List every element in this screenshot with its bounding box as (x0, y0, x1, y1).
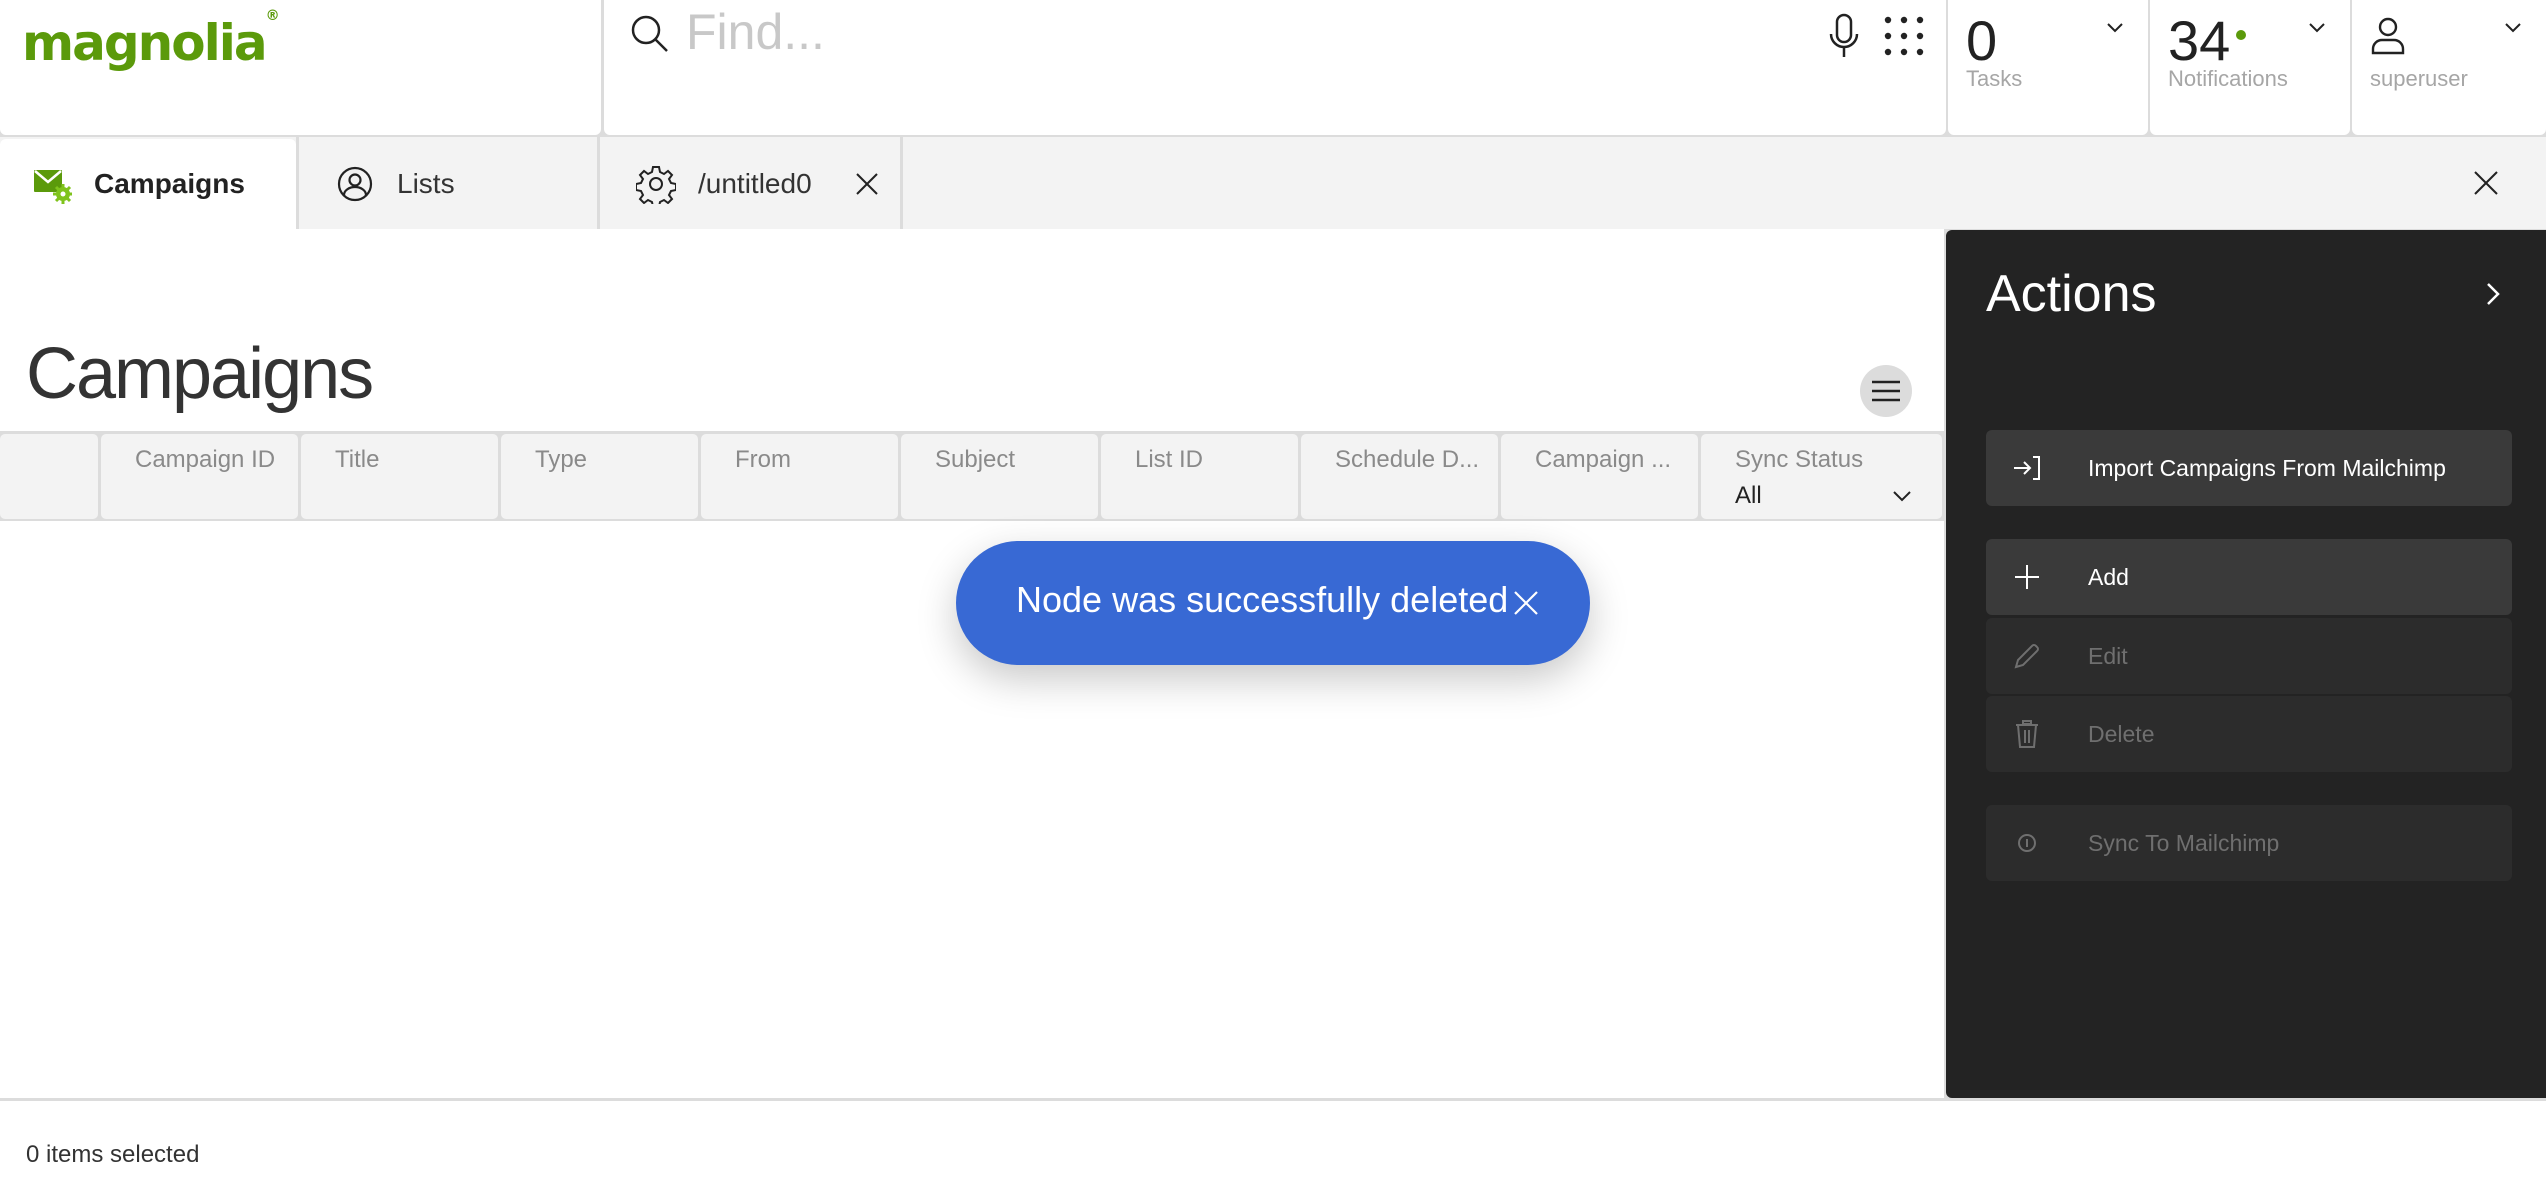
tab-label: Campaigns (94, 168, 245, 199)
tab-bar: Campaigns Lists /untitled0 (0, 137, 2546, 229)
plus-icon (2015, 565, 2039, 589)
main-content: Campaigns Campaign ID Title Type From Su… (0, 229, 1944, 1098)
toast-message: Node was successfully deleted (1016, 579, 1509, 620)
action-label: Edit (2088, 642, 2128, 669)
top-header: magnolia® 0 Tasks 34 (0, 0, 2546, 137)
action-delete[interactable]: Delete (1986, 696, 2512, 772)
hamburger-menu-icon (1872, 380, 1900, 402)
tasks-label: Tasks (1966, 66, 2023, 91)
success-toast: Node was successfully deleted (956, 541, 1590, 665)
import-icon (2014, 456, 2040, 480)
status-footer: 0 items selected (0, 1101, 2546, 1201)
chevron-down-icon (2309, 23, 2325, 33)
pencil-icon (2014, 644, 2039, 669)
chevron-down-icon (2107, 23, 2123, 33)
action-label: Delete (2088, 720, 2155, 747)
column-header-from[interactable]: From (701, 434, 898, 519)
notifications-label: Notifications (2168, 66, 2288, 91)
column-label: Campaign ID (135, 446, 276, 473)
column-header-campaign-status[interactable]: Campaign ... (1501, 434, 1698, 519)
column-label: Sync Status (1735, 446, 1864, 473)
view-options-button[interactable] (1860, 365, 1912, 417)
column-label: Type (535, 446, 588, 473)
unread-dot (2236, 30, 2246, 40)
tab-divider (900, 137, 903, 229)
action-label: Sync To Mailchimp (2088, 829, 2280, 856)
action-import-campaigns[interactable]: Import Campaigns From Mailchimp (1986, 430, 2512, 506)
column-label: Title (335, 446, 380, 473)
user-menu[interactable]: superuser (2352, 0, 2546, 135)
close-tab-icon[interactable] (854, 171, 880, 197)
column-label: Campaign ... (1535, 446, 1672, 473)
column-header-list-id[interactable]: List ID (1101, 434, 1298, 519)
action-label: Import Campaigns From Mailchimp (2088, 454, 2446, 481)
selection-count: 0 items selected (26, 1141, 200, 1168)
tab-campaigns[interactable]: Campaigns (0, 139, 296, 229)
chevron-right-icon[interactable] (2482, 280, 2504, 308)
notifications-count: 34 (2168, 9, 2231, 72)
logo-text: magnolia (22, 14, 268, 72)
close-toast-icon[interactable] (1512, 589, 1540, 617)
tab-label: Lists (397, 168, 455, 199)
column-header-title[interactable]: Title (301, 434, 498, 519)
tab-lists[interactable]: Lists (299, 139, 597, 229)
tab-label: /untitled0 (698, 168, 812, 199)
action-add[interactable]: Add (1986, 539, 2512, 615)
user-icon (2371, 17, 2405, 55)
column-label: Schedule D... (1335, 446, 1480, 473)
magnolia-logo[interactable]: magnolia® (22, 8, 280, 72)
app-root: magnolia® 0 Tasks 34 (0, 0, 2546, 1201)
close-app-icon[interactable] (2472, 169, 2500, 197)
column-label: List ID (1135, 446, 1204, 473)
notifications-indicator[interactable]: 34 Notifications (2150, 0, 2350, 135)
column-header-campaign-id[interactable]: Campaign ID (101, 434, 298, 519)
grid-header: Campaign ID Title Type From Subject List… (0, 431, 1944, 521)
actions-title: Actions (1986, 265, 2157, 323)
search-area (604, 0, 1946, 135)
tab-untitled0[interactable]: /untitled0 (600, 139, 900, 229)
registered-mark: ® (265, 8, 280, 25)
column-header-schedule-date[interactable]: Schedule D... (1301, 434, 1498, 519)
select-all-column[interactable] (0, 434, 98, 519)
chevron-down-icon (2505, 23, 2521, 33)
user-circle-icon (337, 166, 373, 202)
column-header-sync-status[interactable]: Sync Status All (1701, 434, 1942, 519)
search-input[interactable] (686, 2, 1686, 62)
page-title: Campaigns (26, 334, 374, 414)
column-header-type[interactable]: Type (501, 434, 698, 519)
sync-status-filter-select[interactable]: All (1735, 482, 1762, 510)
chevron-down-icon[interactable] (1892, 490, 1912, 502)
info-circle-icon (2018, 834, 2036, 852)
campaigns-mail-gear-icon (34, 170, 72, 204)
app-launcher-grid-icon[interactable] (1882, 14, 1926, 58)
action-edit[interactable]: Edit (1986, 618, 2512, 694)
actions-panel: Actions Import Campaigns From Mailchimp … (1946, 230, 2546, 1098)
tasks-count: 0 (1966, 9, 1998, 72)
username: superuser (2370, 66, 2468, 91)
column-label: From (735, 446, 791, 473)
search-icon (631, 15, 668, 52)
microphone-icon[interactable] (1826, 12, 1862, 60)
action-sync-to-mailchimp[interactable]: Sync To Mailchimp (1986, 805, 2512, 881)
action-label: Add (2088, 563, 2129, 590)
column-header-subject[interactable]: Subject (901, 434, 1098, 519)
tasks-indicator[interactable]: 0 Tasks (1948, 0, 2148, 135)
trash-icon (2016, 720, 2038, 748)
gear-icon (636, 166, 676, 204)
column-label: Subject (935, 446, 1016, 473)
logo-area: magnolia® (0, 0, 601, 135)
